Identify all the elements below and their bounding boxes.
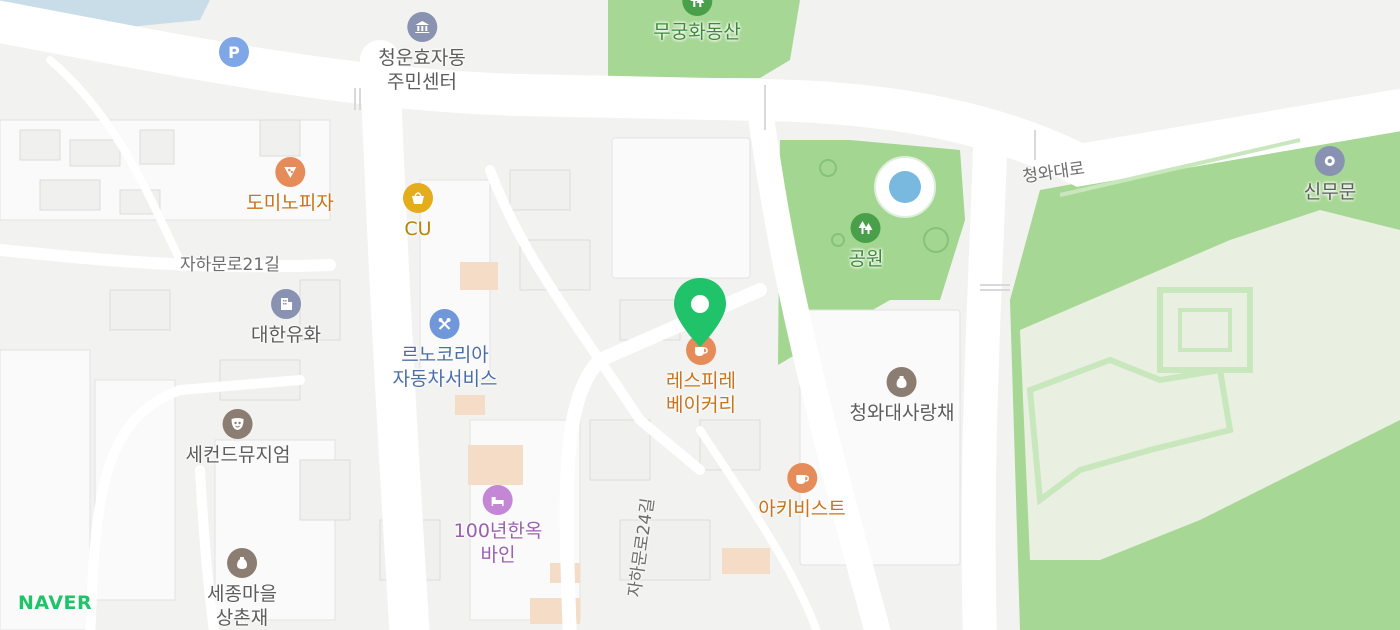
poi-label: 신무문 [1303, 181, 1357, 203]
poi-label: 아키비스트 [758, 498, 846, 520]
poi-cheongun-community-center[interactable]: 청운효자동 주민센터 [378, 12, 466, 94]
poi-label: 세컨드뮤지엄 [185, 444, 291, 466]
lodging-icon [483, 485, 513, 515]
poi-label: 100년한옥 바인 [453, 520, 543, 566]
poi-second-museum[interactable]: 세컨드뮤지엄 [185, 409, 291, 467]
poi-daehan-yuhwa[interactable]: 대한유화 [251, 289, 321, 347]
poi-sinmumun-gate[interactable]: 신무문 [1304, 146, 1356, 204]
poi-label: 세종마을 상촌재 [207, 583, 277, 629]
cafe-cup-icon [787, 463, 817, 493]
government-building-icon [407, 12, 437, 42]
poi-sejong-village-sangchonjae[interactable]: 세종마을 상촌재 [207, 548, 277, 630]
poi-label: 공원 [848, 248, 884, 270]
pizza-icon [275, 157, 305, 187]
naver-logo: NAVER [18, 592, 93, 614]
poi-label: 르노코리아 자동차서비스 [392, 344, 498, 390]
heritage-icon [886, 367, 917, 397]
poi-mugunghwa-park[interactable]: 무궁화동산 [653, 0, 741, 44]
poi-cu-store[interactable]: CU [403, 183, 433, 241]
map-view[interactable]: 무궁화동산 청운효자동 주민센터 P 도미노피자 CU 대한유화 르노코리아 자… [0, 0, 1400, 630]
museum-mask-icon [222, 409, 253, 439]
poi-100year-hanok-bain[interactable]: 100년한옥 바인 [453, 485, 543, 567]
parking-icon: P [219, 37, 249, 67]
poi-label: CU [404, 218, 432, 240]
park-tree-icon [682, 0, 712, 16]
poi-label: 도미노피자 [246, 192, 334, 214]
poi-archivist[interactable]: 아키비스트 [758, 463, 846, 521]
poi-park[interactable]: 공원 [848, 213, 884, 271]
selected-location-pin-icon[interactable] [672, 277, 728, 349]
poi-dominos-pizza[interactable]: 도미노피자 [246, 157, 334, 215]
poi-label: 청와대사랑채 [849, 402, 955, 424]
poi-renault-service[interactable]: 르노코리아 자동차서비스 [392, 309, 498, 391]
poi-label: 대한유화 [251, 324, 321, 346]
gate-icon [1314, 146, 1345, 176]
poi-label: 청운효자동 주민센터 [378, 47, 466, 93]
park-tree-icon [851, 213, 881, 243]
poi-label: 무궁화동산 [653, 21, 741, 43]
road-label-jahamunro-21gil: 자하문로21길 [180, 255, 280, 275]
poi-label: 레스피레 베이커리 [666, 370, 736, 416]
poi-cheongwadae-sarangchae[interactable]: 청와대사랑채 [849, 367, 955, 425]
poi-parking[interactable]: P [219, 37, 249, 71]
wrench-icon [429, 309, 460, 339]
heritage-icon [226, 548, 257, 578]
office-building-icon [270, 289, 301, 319]
convenience-store-icon [403, 183, 433, 213]
